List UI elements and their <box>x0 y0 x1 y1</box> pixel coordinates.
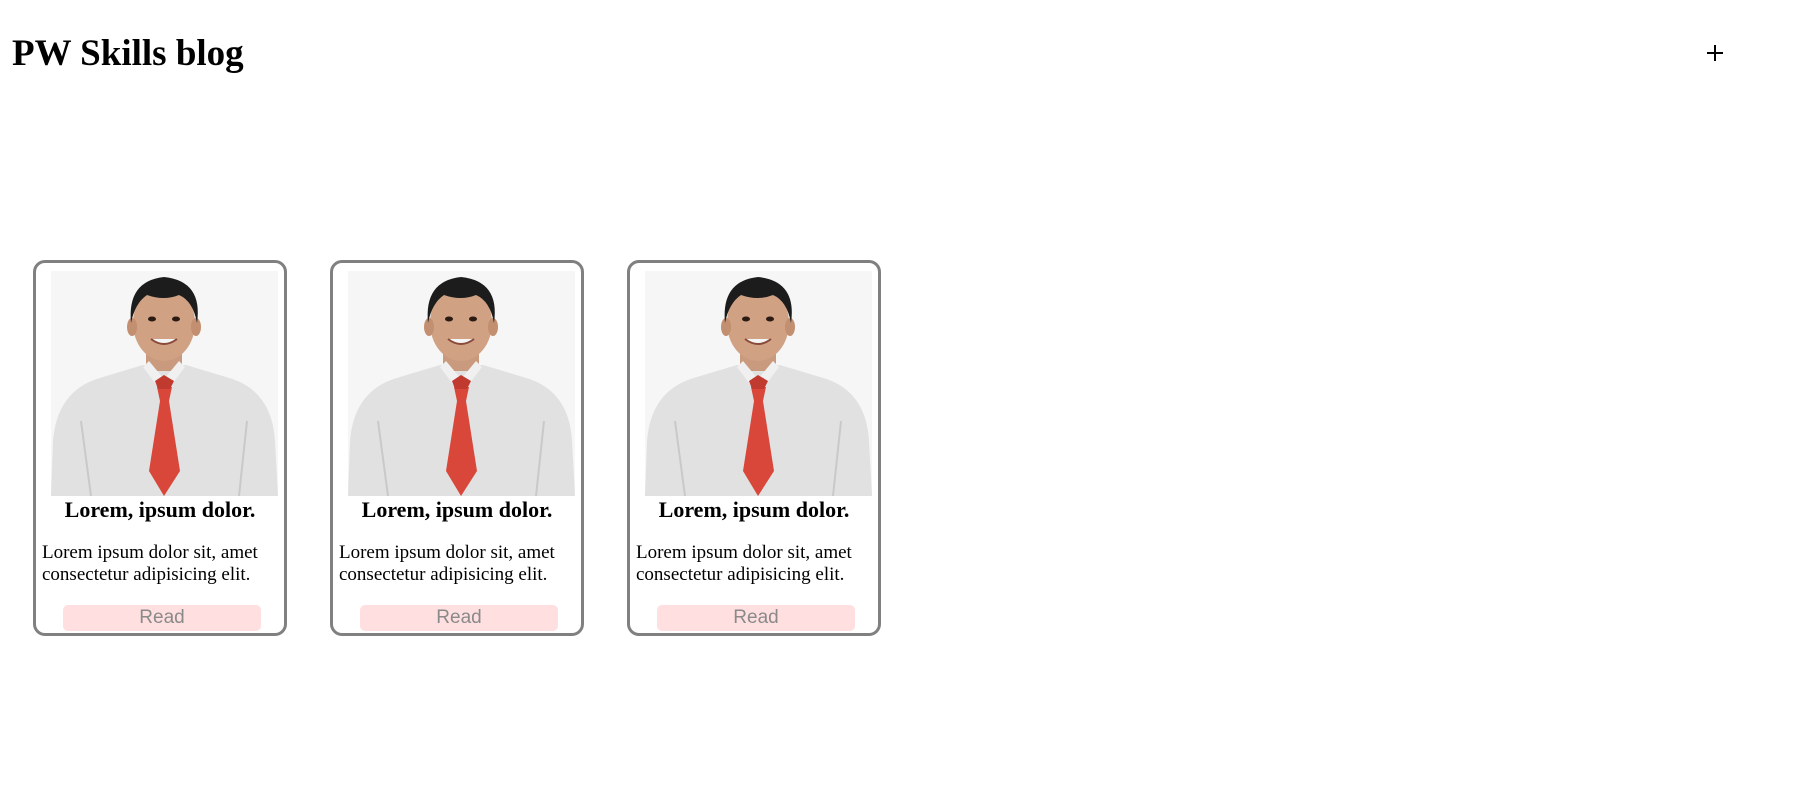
card-text: Lorem ipsum dolor sit, amet consectetur … <box>42 542 258 585</box>
blog-card: Lorem, ipsum dolor. Lorem ipsum dolor si… <box>627 260 881 636</box>
header: PW Skills blog <box>12 0 1812 110</box>
read-button[interactable]: Read <box>360 605 558 631</box>
read-button[interactable]: Read <box>63 605 261 631</box>
card-image <box>645 271 872 496</box>
read-button[interactable]: Read <box>657 605 855 631</box>
blog-card-list: Lorem, ipsum dolor. Lorem ipsum dolor si… <box>33 260 881 636</box>
card-title: Lorem, ipsum dolor. <box>658 497 850 522</box>
card-image <box>51 271 278 496</box>
card-title: Lorem, ipsum dolor. <box>361 497 553 522</box>
card-text: Lorem ipsum dolor sit, amet consectetur … <box>339 542 555 585</box>
card-title: Lorem, ipsum dolor. <box>64 497 256 522</box>
card-text: Lorem ipsum dolor sit, amet consectetur … <box>636 542 852 585</box>
card-image <box>348 271 575 496</box>
blog-card: Lorem, ipsum dolor. Lorem ipsum dolor si… <box>33 260 287 636</box>
site-title: PW Skills blog <box>12 33 244 74</box>
blog-card: Lorem, ipsum dolor. Lorem ipsum dolor si… <box>330 260 584 636</box>
plus-icon <box>1706 44 1724 62</box>
add-button[interactable] <box>1698 36 1732 70</box>
